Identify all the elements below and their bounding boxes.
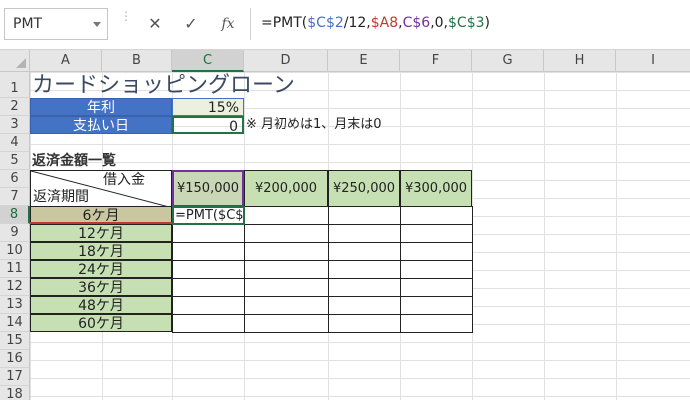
- select-all-button[interactable]: [0, 50, 30, 72]
- rate-label-cell[interactable]: 年利: [30, 98, 172, 116]
- gridline: [544, 72, 545, 400]
- column-header-g[interactable]: G: [472, 50, 544, 72]
- payment-cell[interactable]: [328, 260, 401, 279]
- check-icon[interactable]: ✓: [178, 10, 204, 38]
- row-header-10[interactable]: 10: [0, 242, 30, 260]
- name-box-value: PMT: [13, 16, 43, 32]
- amount-header-cell[interactable]: ¥200,000: [244, 170, 328, 207]
- formula-token: C$6: [402, 15, 431, 31]
- formula-token: =PMT(: [261, 15, 308, 31]
- row-header-13[interactable]: 13: [0, 296, 30, 314]
- column-header-b[interactable]: B: [102, 50, 172, 72]
- row-header-14[interactable]: 14: [0, 314, 30, 332]
- formula-token: $A8: [370, 15, 399, 31]
- row-header-8[interactable]: 8: [0, 206, 30, 224]
- name-box[interactable]: PMT: [4, 8, 108, 40]
- row-header-2[interactable]: 2: [0, 98, 30, 116]
- payment-cell[interactable]: [400, 260, 473, 279]
- column-header-h[interactable]: H: [544, 50, 616, 72]
- reference-highlight-c6: [172, 170, 244, 207]
- payment-cell[interactable]: [244, 242, 329, 261]
- corner-bottom-label: 返済期間: [33, 189, 89, 205]
- payment-cell[interactable]: [328, 278, 401, 297]
- formula-token: $C$2: [307, 15, 344, 31]
- column-header-i[interactable]: I: [616, 50, 690, 72]
- period-label-cell[interactable]: 24ケ月: [30, 260, 172, 278]
- payday-note: ※ 月初めは1、月末は0: [246, 117, 382, 132]
- payment-cell[interactable]: [172, 314, 245, 333]
- row-header-16[interactable]: 16: [0, 350, 30, 368]
- row-header-12[interactable]: 12: [0, 278, 30, 296]
- payment-cell[interactable]: [400, 242, 473, 261]
- row-header-7[interactable]: 7: [0, 188, 30, 206]
- payment-cell[interactable]: [328, 224, 401, 243]
- payment-cell[interactable]: [400, 278, 473, 297]
- column-header-a[interactable]: A: [30, 50, 102, 72]
- payment-cell[interactable]: [244, 296, 329, 315]
- row-header-6[interactable]: 6: [0, 170, 30, 188]
- cancel-icon[interactable]: ✕: [142, 10, 168, 38]
- insert-function-icon[interactable]: fx: [215, 10, 241, 38]
- payment-cell[interactable]: [400, 314, 473, 333]
- chevron-down-icon[interactable]: [93, 22, 101, 27]
- reference-highlight-a8: [30, 206, 172, 224]
- payment-cell[interactable]: [172, 296, 245, 315]
- payment-cell[interactable]: [400, 206, 473, 225]
- period-label-cell[interactable]: 48ケ月: [30, 296, 172, 314]
- payment-cell[interactable]: [172, 224, 245, 243]
- amount-header-cell[interactable]: ¥300,000: [400, 170, 472, 207]
- formula-token: /12,: [343, 15, 371, 31]
- payment-cell[interactable]: [328, 242, 401, 261]
- payday-value-cell[interactable]: 0: [172, 116, 244, 134]
- payment-cell[interactable]: [244, 206, 329, 225]
- period-label-cell[interactable]: 12ケ月: [30, 224, 172, 242]
- payment-cell[interactable]: [244, 314, 329, 333]
- row-header-4[interactable]: 4: [0, 134, 30, 152]
- formula-bar: PMT ⋮ ✕ ✓ fx =PMT($C$2/12,$A8,C$6,0,$C$3…: [0, 0, 690, 50]
- column-header-c[interactable]: C: [172, 50, 244, 72]
- section-title[interactable]: 返済金額一覧: [32, 152, 172, 170]
- row-header-9[interactable]: 9: [0, 224, 30, 242]
- payment-cell[interactable]: [400, 224, 473, 243]
- gridline: [616, 72, 617, 400]
- payment-cell[interactable]: [172, 260, 245, 279]
- select-all-icon: [16, 58, 26, 68]
- payment-cell[interactable]: [328, 296, 401, 315]
- formula-token: ): [484, 15, 490, 31]
- payment-cell[interactable]: [172, 242, 245, 261]
- corner-top-label: 借入金: [103, 172, 145, 188]
- formula-text: =PMT($C$2/12,$A8,C$6,0,$C$3): [261, 15, 490, 31]
- payment-cell[interactable]: [244, 224, 329, 243]
- column-header-e[interactable]: E: [328, 50, 400, 72]
- drag-handle-icon[interactable]: ⋮: [120, 10, 132, 36]
- corner-header-cell[interactable]: 借入金 返済期間: [30, 170, 173, 208]
- payment-cell[interactable]: [172, 278, 245, 297]
- period-label-cell[interactable]: 18ケ月: [30, 242, 172, 260]
- row-header-11[interactable]: 11: [0, 260, 30, 278]
- payment-cell[interactable]: [244, 260, 329, 279]
- row-header-5[interactable]: 5: [0, 152, 30, 170]
- row-header-1[interactable]: 1: [0, 72, 30, 98]
- formula-token: ,0,: [430, 15, 449, 31]
- amount-header-cell[interactable]: ¥250,000: [328, 170, 400, 207]
- row-header-15[interactable]: 15: [0, 332, 30, 350]
- row-header-18[interactable]: 18: [0, 386, 30, 400]
- active-cell-text: =PMT($C$: [175, 208, 244, 223]
- payday-label-cell[interactable]: 支払い日: [30, 116, 172, 134]
- column-header-f[interactable]: F: [400, 50, 472, 72]
- payment-cell[interactable]: [400, 296, 473, 315]
- row-header-17[interactable]: 17: [0, 368, 30, 386]
- formula-input[interactable]: =PMT($C$2/12,$A8,C$6,0,$C$3): [250, 8, 690, 40]
- active-cell[interactable]: =PMT($C$: [172, 206, 245, 225]
- period-label-cell[interactable]: 60ケ月: [30, 314, 172, 332]
- rate-value-cell[interactable]: 15%: [172, 98, 244, 116]
- period-label-cell[interactable]: 36ケ月: [30, 278, 172, 296]
- payment-cell[interactable]: [244, 278, 329, 297]
- formula-token: $C$3: [448, 15, 485, 31]
- payment-cell[interactable]: [328, 314, 401, 333]
- sheet-title[interactable]: カードショッピングローン: [32, 72, 295, 100]
- column-header-d[interactable]: D: [244, 50, 328, 72]
- payment-cell[interactable]: [328, 206, 401, 225]
- row-header-3[interactable]: 3: [0, 116, 30, 134]
